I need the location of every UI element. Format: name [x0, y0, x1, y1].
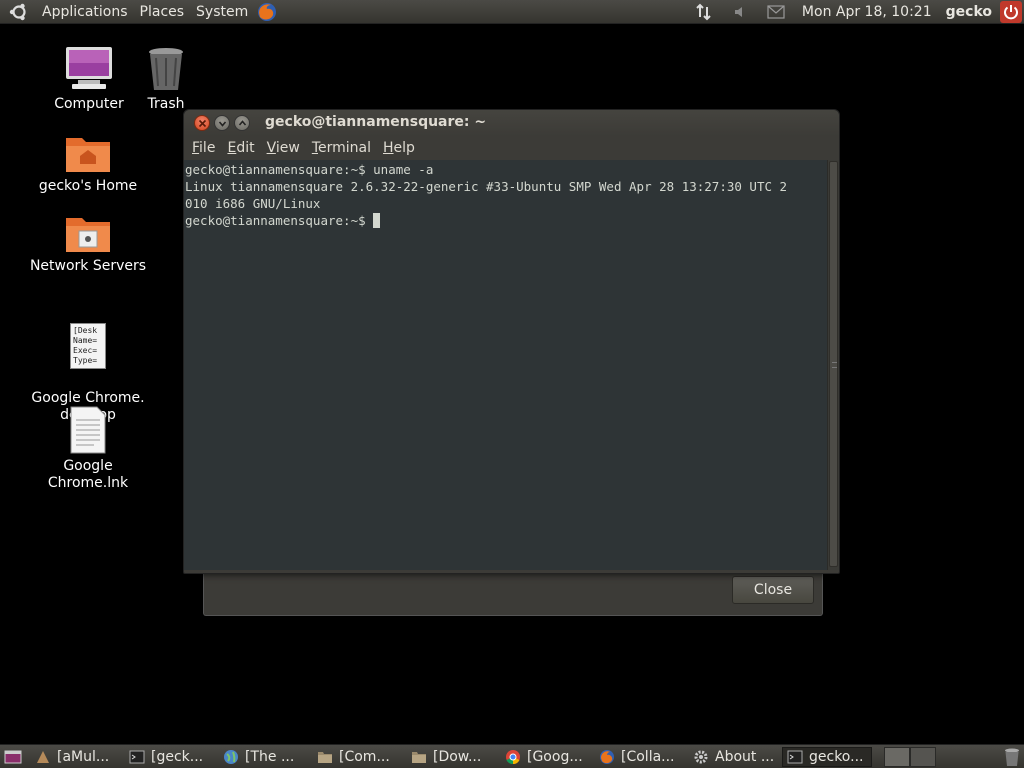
workspace-1[interactable]: [884, 746, 910, 767]
clock[interactable]: Mon Apr 18, 10:21: [794, 4, 940, 20]
network-folder-icon: [66, 218, 110, 252]
terminal-line: gecko@tiannamensquare:~$ uname -a: [185, 162, 434, 177]
taskbar-button-label: [geck...: [151, 748, 204, 765]
scroll-grip-icon: [832, 362, 837, 368]
taskbar-button[interactable]: [geck...: [124, 747, 214, 767]
scrollbar-thumb[interactable]: [829, 161, 838, 567]
menu-file[interactable]: File: [186, 136, 221, 160]
terminal-line: 010 i686 GNU/Linux: [185, 196, 321, 211]
bottom-panel: [aMul... [geck... [The ... [Com... [Dow... [G…: [0, 744, 1024, 768]
power-icon[interactable]: [1000, 0, 1022, 23]
globe-icon: [223, 749, 239, 765]
trash-icon: [149, 48, 183, 90]
window-maximize-icon[interactable]: [234, 115, 250, 131]
volume-icon[interactable]: [730, 2, 750, 22]
terminal-line: Linux tiannamensquare 2.6.32-22-generic …: [185, 179, 788, 194]
workspace-2[interactable]: [910, 746, 936, 767]
taskbar-button[interactable]: gecko...: [782, 746, 872, 767]
show-desktop-icon[interactable]: [2, 747, 24, 767]
menu-edit[interactable]: Edit: [221, 136, 260, 160]
taskbar-button-label: [Com...: [339, 748, 390, 765]
terminal-menubar: File Edit View Terminal Help: [184, 136, 839, 160]
document-icon: [70, 406, 106, 454]
window-close-icon[interactable]: [194, 115, 210, 131]
network-icon[interactable]: [694, 2, 714, 22]
gear-icon: [693, 749, 709, 765]
taskbar-button-label: About ...: [715, 748, 775, 765]
terminal-output[interactable]: gecko@tiannamensquare:~$ uname -a Linux t…: [184, 160, 827, 570]
window-minimize-icon[interactable]: [214, 115, 230, 131]
ubuntu-logo-icon[interactable]: [8, 1, 30, 23]
terminal-prompt-line[interactable]: gecko@tiannamensquare:~$: [185, 212, 827, 229]
taskbar-button[interactable]: [Goog...: [500, 747, 590, 767]
taskbar-button-label: [Dow...: [433, 748, 482, 765]
taskbar-button-label: [Goog...: [527, 748, 583, 765]
desktop-icon-trash[interactable]: Trash: [106, 46, 226, 113]
taskbar-button[interactable]: [The ...: [218, 747, 308, 767]
system-menu[interactable]: System: [190, 0, 254, 24]
workspace-switcher[interactable]: [884, 746, 936, 767]
folder-icon: [317, 749, 333, 765]
desktop-icon-label: Google Chrome.lnk: [47, 458, 129, 491]
desktop-icon-network-servers[interactable]: Network Servers: [28, 214, 148, 275]
taskbar-button[interactable]: [aMul...: [30, 747, 120, 767]
firefox-icon: [599, 749, 615, 765]
desktop-icon-chrome-lnk[interactable]: Google Chrome.lnk: [28, 406, 148, 492]
desktop-icon-label: gecko's Home: [38, 178, 138, 194]
mail-icon[interactable]: [766, 2, 786, 22]
taskbar-button-label: [Colla...: [621, 748, 675, 765]
taskbar-button[interactable]: [Colla...: [594, 747, 684, 767]
taskbar-button-label: [The ...: [245, 748, 295, 765]
username[interactable]: gecko: [940, 4, 998, 20]
close-button[interactable]: Close: [732, 576, 814, 604]
applications-menu[interactable]: Applications: [36, 0, 134, 24]
task-list: [aMul... [geck... [The ... [Com... [Dow... [G…: [30, 746, 876, 767]
file-preview-icon: [Desk Name= Exec= Type=: [70, 323, 106, 369]
menu-help[interactable]: Help: [377, 136, 421, 160]
taskbar-button[interactable]: About ...: [688, 747, 778, 767]
taskbar-button[interactable]: [Dow...: [406, 747, 496, 767]
taskbar-button-label: gecko...: [809, 748, 864, 765]
firefox-launcher-icon[interactable]: [256, 1, 278, 23]
terminal-icon: [787, 749, 803, 765]
text-cursor: [373, 213, 381, 228]
window-title: gecko@tiannamensquare: ~: [265, 114, 487, 130]
taskbar-button[interactable]: [Com...: [312, 747, 402, 767]
places-menu[interactable]: Places: [134, 0, 191, 24]
terminal-window: gecko@tiannamensquare: ~ File Edit View …: [183, 109, 840, 574]
home-folder-icon: [66, 138, 110, 172]
window-titlebar[interactable]: gecko@tiannamensquare: ~: [184, 110, 839, 136]
desktop-icon-home[interactable]: gecko's Home: [28, 134, 148, 195]
desktop-icon-label: Network Servers: [29, 258, 147, 274]
folder-icon: [411, 749, 427, 765]
top-panel: Applications Places System Mon Apr 18, 1…: [0, 0, 1024, 24]
trash-applet-icon[interactable]: [1002, 747, 1022, 767]
menu-view[interactable]: View: [261, 136, 306, 160]
menu-terminal[interactable]: Terminal: [306, 136, 377, 160]
chrome-icon: [505, 749, 521, 765]
amule-icon: [35, 749, 51, 765]
terminal-prompt: gecko@tiannamensquare:~$: [185, 213, 374, 228]
terminal-icon: [129, 749, 145, 765]
taskbar-button-label: [aMul...: [57, 748, 110, 765]
terminal-scrollbar[interactable]: [827, 160, 839, 570]
